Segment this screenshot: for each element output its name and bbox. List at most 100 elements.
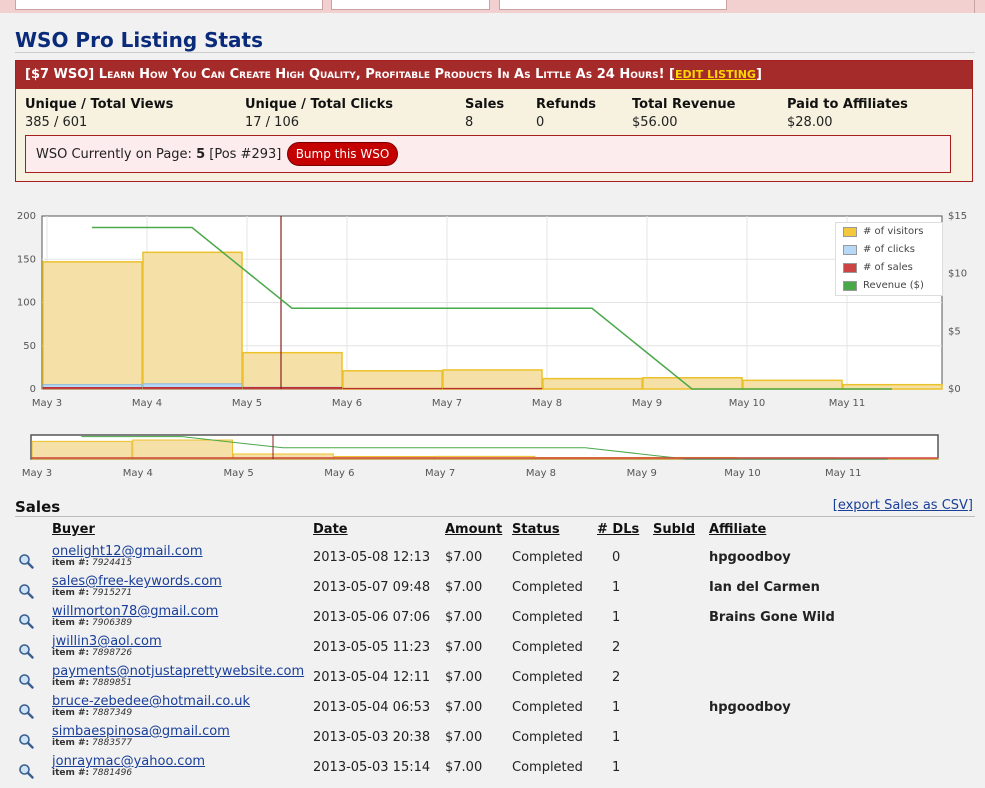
magnifier-icon[interactable] — [18, 583, 34, 599]
stat-paid-affiliates: Paid to Affiliates $28.00 — [787, 97, 908, 130]
x-tick-label: May 9 — [632, 398, 662, 409]
y2-tick-label: $0 — [948, 384, 961, 395]
buyer-email-link[interactable]: payments@notjustaprettywebsite.com — [52, 664, 304, 679]
sale-date: 2013-05-04 06:53 — [313, 700, 431, 715]
item-number-value: 7898726 — [92, 648, 133, 658]
magnifier-icon[interactable] — [18, 733, 34, 749]
nav-bar-visitors — [31, 440, 133, 460]
bar-visitors — [142, 251, 243, 390]
item-prefix: item #: — [52, 618, 90, 628]
nav-x-tick-label: May 3 — [22, 468, 52, 479]
col-header-dls[interactable]: # DLs — [597, 522, 639, 537]
bump-wso-button[interactable]: Bump this WSO — [287, 142, 398, 166]
x-tick-label: May 8 — [532, 398, 562, 409]
sale-date: 2013-05-03 20:38 — [313, 730, 431, 745]
buyer-email-link[interactable]: jonraymac@yahoo.com — [52, 754, 205, 769]
bar-visitors — [442, 369, 543, 390]
top-filter-bar — [0, 0, 985, 13]
legend-swatch — [843, 227, 857, 237]
legend-item: # of sales — [836, 259, 942, 277]
item-number: item #: 7887349 — [52, 708, 132, 718]
magnifier-icon[interactable] — [18, 613, 34, 629]
top-field-1[interactable] — [15, 0, 323, 10]
top-field-3[interactable] — [499, 0, 727, 10]
sales-section-title: Sales — [15, 498, 61, 516]
edit-listing-link[interactable]: EDIT LISTING — [675, 68, 756, 81]
stat-refunds: Refunds 0 — [536, 97, 596, 130]
y-tick-label: 0 — [30, 384, 36, 395]
stat-label: Total Revenue — [632, 97, 736, 112]
sale-amount: $7.00 — [445, 760, 483, 775]
export-sales-csv-link[interactable]: export Sales as CSV — [838, 498, 968, 513]
buyer-email-link[interactable]: onelight12@gmail.com — [52, 544, 203, 559]
stat-value: 0 — [536, 115, 545, 130]
sale-amount: $7.00 — [445, 670, 483, 685]
stat-sales: Sales 8 — [465, 97, 504, 130]
item-number: item #: 7915271 — [52, 588, 132, 598]
stat-views: Unique / Total Views 385 / 601 — [25, 97, 173, 130]
bar-sales — [242, 387, 343, 390]
col-header-date[interactable]: Date — [313, 522, 348, 537]
stat-value: 17 / 106 — [245, 115, 299, 130]
sale-dls: 1 — [612, 610, 621, 625]
col-header-buyer[interactable]: Buyer — [52, 522, 95, 537]
sale-dls: 1 — [612, 730, 621, 745]
legend-item: # of visitors — [836, 223, 942, 241]
col-header-subid[interactable]: SubId — [653, 522, 695, 537]
page-position-text: WSO Currently on Page: 5 [Pos #293] — [36, 147, 281, 162]
magnifier-icon[interactable] — [18, 673, 34, 689]
sale-amount: $7.00 — [445, 730, 483, 745]
sale-status: Completed — [512, 670, 583, 685]
buyer-email-link[interactable]: simbaespinosa@gmail.com — [52, 724, 230, 739]
buyer-email-link[interactable]: bruce-zebedee@hotmail.co.uk — [52, 694, 250, 709]
legend-item: # of clicks — [836, 241, 942, 259]
col-header-status[interactable]: Status — [512, 522, 560, 537]
sale-date: 2013-05-08 12:13 — [313, 550, 431, 565]
sale-status: Completed — [512, 580, 583, 595]
top-field-2[interactable] — [331, 0, 490, 10]
item-prefix: item #: — [52, 708, 90, 718]
nav-x-tick-label: May 4 — [123, 468, 153, 479]
item-number: item #: 7924415 — [52, 558, 132, 568]
overview-navigator[interactable]: May 3 May 4 May 5 May 6 May 7 May 8 May 9 May 1… — [0, 430, 985, 485]
magnifier-icon[interactable] — [18, 643, 34, 659]
sale-dls: 2 — [612, 670, 621, 685]
y-tick-label: 100 — [17, 298, 36, 309]
nav-x-tick-label: May 11 — [825, 468, 862, 479]
y-tick-label: 200 — [17, 211, 36, 222]
item-number-value: 7881496 — [92, 768, 133, 778]
item-number-value: 7889851 — [92, 678, 133, 688]
buyer-email-link[interactable]: willmorton78@gmail.com — [52, 604, 218, 619]
nav-x-tick-label: May 10 — [724, 468, 761, 479]
bar-visitors — [742, 379, 843, 390]
item-prefix: item #: — [52, 738, 90, 748]
bar-visitors — [42, 261, 143, 390]
sale-status: Completed — [512, 610, 583, 625]
col-header-amount[interactable]: Amount — [445, 522, 502, 537]
chart-legend: # of visitors # of clicks # of sales Revenu… — [835, 222, 943, 296]
magnifier-icon[interactable] — [18, 553, 34, 569]
col-header-affiliate[interactable]: Affiliate — [709, 522, 766, 537]
y2-tick-label: $15 — [948, 211, 967, 222]
bar-visitors — [642, 377, 743, 390]
nav-x-tick-label: May 7 — [425, 468, 455, 479]
legend-swatch — [843, 281, 857, 291]
item-number: item #: 7898726 — [52, 648, 132, 658]
sale-status: Completed — [512, 550, 583, 565]
magnifier-icon[interactable] — [18, 763, 34, 779]
sale-status: Completed — [512, 760, 583, 775]
x-tick-label: May 3 — [32, 398, 62, 409]
bar-sales — [342, 387, 443, 390]
legend-swatch — [843, 263, 857, 273]
stat-value: 385 / 601 — [25, 115, 88, 130]
buyer-email-link[interactable]: jwillin3@aol.com — [52, 634, 162, 649]
magnifier-icon[interactable] — [18, 703, 34, 719]
buyer-email-link[interactable]: sales@free-keywords.com — [52, 574, 222, 589]
item-number-value: 7915271 — [92, 588, 133, 598]
item-number-value: 7883577 — [92, 738, 133, 748]
sale-date: 2013-05-04 12:11 — [313, 670, 431, 685]
x-tick-label: May 11 — [829, 398, 866, 409]
item-number: item #: 7881496 — [52, 768, 132, 778]
item-prefix: item #: — [52, 588, 90, 598]
page-position-prefix: WSO Currently on Page: — [36, 147, 192, 162]
